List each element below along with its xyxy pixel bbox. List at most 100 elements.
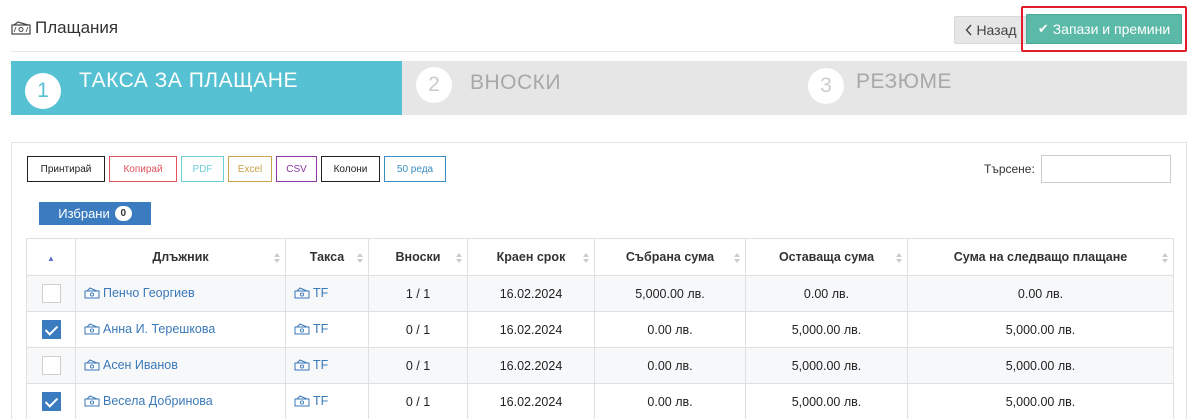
table-row: Асен Иванов TF 0 / 1 16.02.2024 0.00 лв. 5,00… — [26, 347, 1174, 384]
remaining-cell: 5,000.00 лв. — [745, 311, 908, 348]
debtor-cell: Весела Добринова — [75, 383, 286, 419]
back-button[interactable]: Назад — [954, 16, 1028, 44]
collected-cell: 0.00 лв. — [594, 311, 746, 348]
page-title: Плащания — [11, 18, 118, 38]
selected-label: Избрани — [58, 206, 110, 221]
debtor-cell: Анна И. Терешкова — [75, 311, 286, 348]
table-row: Весела Добринова TF 0 / 1 16.02.2024 0.00 лв… — [26, 383, 1174, 419]
installments-cell: 0 / 1 — [368, 311, 468, 348]
table-header-row: ▲ Длъжник Такса Вноски Краен срок Събран… — [26, 238, 1174, 276]
money-icon — [84, 394, 100, 406]
next-payment-cell: 5,000.00 лв. — [907, 383, 1174, 419]
installments-cell: 0 / 1 — [368, 347, 468, 384]
selected-count-badge: 0 — [114, 206, 132, 221]
row-checkbox[interactable] — [41, 392, 61, 411]
excel-button[interactable]: Excel — [228, 156, 272, 182]
step-number: 1 — [25, 73, 61, 109]
money-icon — [11, 21, 31, 35]
fee-link[interactable]: TF — [294, 286, 328, 300]
row-checkbox[interactable] — [41, 356, 61, 375]
row-checkbox[interactable] — [41, 284, 61, 303]
column-header-next-payment[interactable]: Сума на следващо плащане — [907, 238, 1174, 276]
top-bar: Плащания Назад ✔ Запази и премини — [11, 0, 1187, 52]
sort-icon — [734, 252, 740, 264]
remaining-cell: 5,000.00 лв. — [745, 383, 908, 419]
sort-icon — [274, 252, 280, 264]
next-payment-cell: 5,000.00 лв. — [907, 311, 1174, 348]
step-number: 3 — [808, 68, 844, 104]
payments-table: ▲ Длъжник Такса Вноски Краен срок Събран… — [26, 238, 1174, 419]
remaining-cell: 5,000.00 лв. — [745, 347, 908, 384]
debtor-cell: Асен Иванов — [75, 347, 286, 384]
fee-cell: TF — [285, 347, 369, 384]
column-header-installments[interactable]: Вноски — [368, 238, 468, 276]
wizard-step-installments[interactable]: 2 ВНОСКИ — [402, 61, 796, 115]
step-label: РЕЗЮМЕ — [856, 70, 952, 93]
check-icon: ✔ — [1037, 21, 1049, 36]
due-date-cell: 16.02.2024 — [467, 347, 595, 384]
debtor-cell: Пенчо Георгиев — [75, 275, 286, 312]
collected-cell: 5,000.00 лв. — [594, 275, 746, 312]
select-all-header[interactable]: ▲ — [26, 238, 76, 276]
wizard-step-summary[interactable]: 3 РЕЗЮМЕ — [796, 61, 1187, 115]
fee-cell: TF — [285, 383, 369, 419]
sort-icon — [456, 252, 462, 264]
debtor-link[interactable]: Пенчо Георгиев — [84, 286, 195, 300]
row-select-cell — [26, 347, 76, 384]
installments-cell: 0 / 1 — [368, 383, 468, 419]
money-icon — [84, 322, 100, 334]
debtor-link[interactable]: Асен Иванов — [84, 358, 178, 372]
due-date-cell: 16.02.2024 — [467, 383, 595, 419]
debtor-link[interactable]: Весела Добринова — [84, 394, 213, 408]
selected-button[interactable]: Избрани 0 — [39, 202, 151, 225]
print-button[interactable]: Принтирай — [27, 156, 105, 182]
column-header-debtor[interactable]: Длъжник — [75, 238, 286, 276]
sort-icon — [357, 252, 363, 264]
money-icon — [84, 286, 100, 298]
save-and-continue-button[interactable]: ✔ Запази и премини — [1026, 14, 1182, 44]
save-button-label: Запази и премини — [1052, 21, 1171, 37]
copy-button[interactable]: Копирай — [109, 156, 177, 182]
wizard-steps: 1 ТАКСА ЗА ПЛАЩАНЕ 2 ВНОСКИ 3 РЕЗЮМЕ — [11, 61, 1187, 115]
next-payment-cell: 5,000.00 лв. — [907, 347, 1174, 384]
collected-cell: 0.00 лв. — [594, 347, 746, 384]
columns-button[interactable]: Колони — [321, 156, 380, 182]
row-select-cell — [26, 311, 76, 348]
installments-cell: 1 / 1 — [368, 275, 468, 312]
chevron-left-icon — [965, 24, 972, 36]
row-select-cell — [26, 383, 76, 419]
collected-cell: 0.00 лв. — [594, 383, 746, 419]
page-title-text: Плащания — [35, 18, 119, 37]
money-icon — [84, 358, 100, 370]
fee-cell: TF — [285, 311, 369, 348]
rows-per-page-button[interactable]: 50 реда — [384, 156, 446, 182]
column-header-collected[interactable]: Събрана сума — [594, 238, 746, 276]
column-header-due-date[interactable]: Краен срок — [467, 238, 595, 276]
column-header-fee[interactable]: Такса — [285, 238, 369, 276]
row-checkbox[interactable] — [41, 320, 61, 339]
sort-icon — [1162, 252, 1168, 264]
fee-link[interactable]: TF — [294, 322, 328, 336]
step-number: 2 — [416, 67, 452, 103]
fee-link[interactable]: TF — [294, 358, 328, 372]
due-date-cell: 16.02.2024 — [467, 275, 595, 312]
wizard-step-fee[interactable]: 1 ТАКСА ЗА ПЛАЩАНЕ — [11, 61, 402, 115]
export-toolbar: Принтирай Копирай PDF Excel CSV Колони 5… — [27, 156, 446, 182]
debtor-link[interactable]: Анна И. Терешкова — [84, 322, 215, 336]
table-row: Пенчо Георгиев TF 1 / 1 16.02.2024 5,000.00 … — [26, 275, 1174, 312]
payments-panel: Принтирай Копирай PDF Excel CSV Колони 5… — [11, 142, 1187, 419]
save-button-highlight: ✔ Запази и премини — [1021, 6, 1187, 52]
column-header-remaining[interactable]: Оставаща сума — [745, 238, 908, 276]
csv-button[interactable]: CSV — [276, 156, 317, 182]
search-input[interactable] — [1041, 155, 1171, 183]
fee-link[interactable]: TF — [294, 394, 328, 408]
pdf-button[interactable]: PDF — [181, 156, 224, 182]
money-icon — [294, 322, 310, 334]
remaining-cell: 0.00 лв. — [745, 275, 908, 312]
next-payment-cell: 0.00 лв. — [907, 275, 1174, 312]
step-label: ТАКСА ЗА ПЛАЩАНЕ — [79, 69, 298, 92]
sort-icon — [896, 252, 902, 264]
due-date-cell: 16.02.2024 — [467, 311, 595, 348]
fee-cell: TF — [285, 275, 369, 312]
step-label: ВНОСКИ — [470, 71, 561, 94]
